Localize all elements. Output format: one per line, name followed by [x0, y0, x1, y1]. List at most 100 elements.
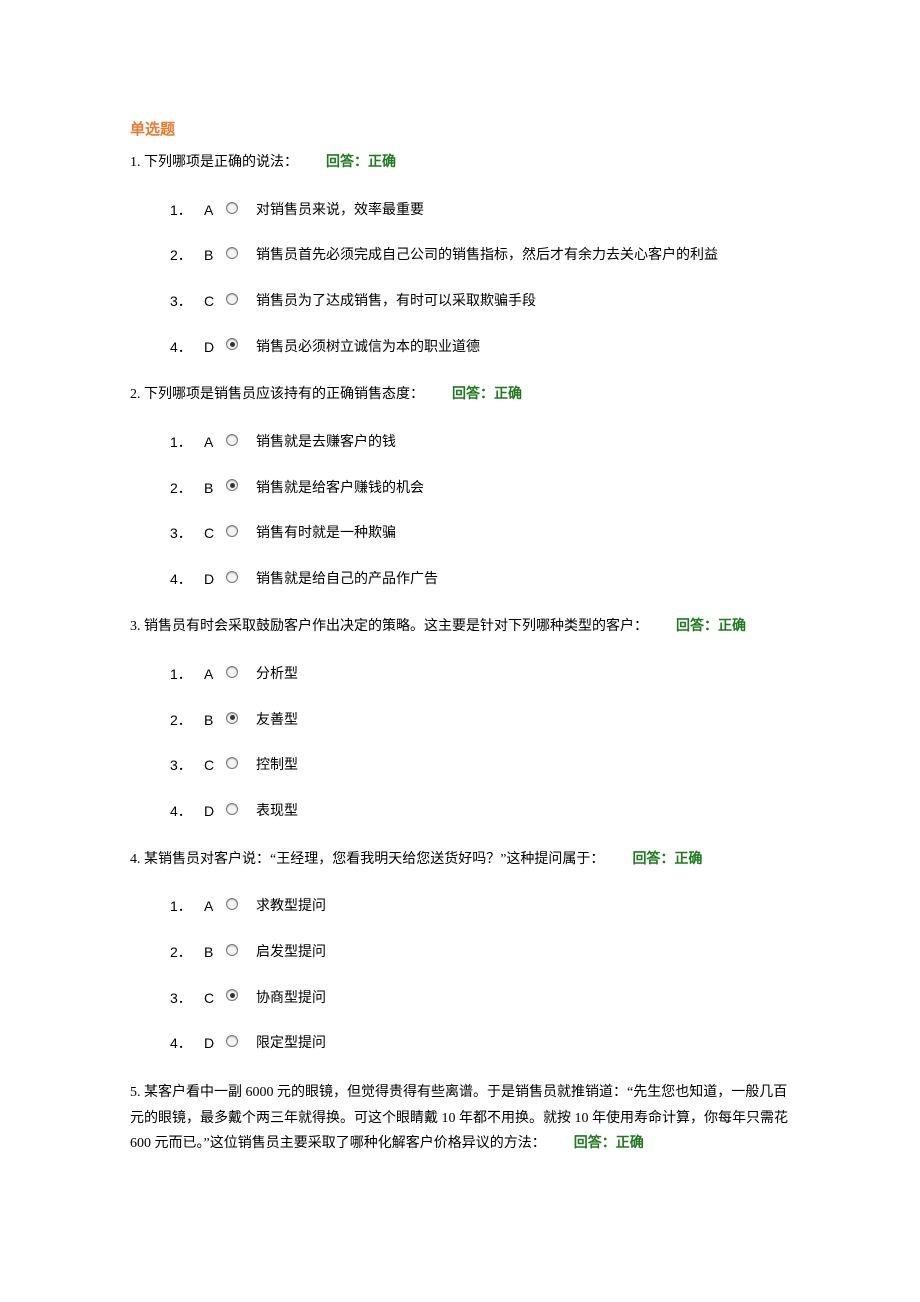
- radio-button[interactable]: [226, 247, 238, 259]
- radio-button[interactable]: [226, 293, 238, 305]
- option-index: 4．: [170, 570, 204, 590]
- option-row: 4．D限定型提问: [170, 1034, 790, 1054]
- answer-status: 回答：正确: [574, 1136, 644, 1151]
- radio-button[interactable]: [226, 434, 238, 446]
- option-row: 2．B 销售员首先必须完成自己公司的销售指标，然后才有余力去关心客户的利益: [170, 246, 790, 266]
- option-row: 2．B 友善型: [170, 711, 790, 731]
- radio-wrap: [226, 1035, 256, 1047]
- radio-wrap: [226, 666, 256, 678]
- question: 4. 某销售员对客户说：“王经理，您看我明天给您送货好吗？”这种提问属于：回答：…: [130, 848, 790, 1054]
- option-index: 1．: [170, 433, 204, 453]
- radio-wrap: [226, 571, 256, 583]
- radio-button[interactable]: [226, 989, 238, 1001]
- radio-wrap: [226, 247, 256, 259]
- option-text: 友善型: [256, 711, 790, 731]
- option-text: 销售员首先必须完成自己公司的销售指标，然后才有余力去关心客户的利益: [256, 246, 790, 266]
- radio-wrap: [226, 898, 256, 910]
- answer-status: 回答：正确: [452, 387, 522, 402]
- option-letter: A: [204, 897, 226, 917]
- question-text-line: 2. 下列哪项是销售员应该持有的正确销售态度：回答：正确: [130, 383, 790, 407]
- radio-wrap: [226, 338, 256, 350]
- option-row: 1．A销售就是去赚客户的钱: [170, 433, 790, 453]
- radio-button[interactable]: [226, 479, 238, 491]
- options-list: 1．A对销售员来说，效率最重要 2．B 销售员首先必须完成自己公司的销售指标，然后才…: [130, 201, 790, 357]
- option-letter: A: [204, 201, 226, 221]
- option-row: 1．A对销售员来说，效率最重要: [170, 201, 790, 221]
- radio-button[interactable]: [226, 712, 238, 724]
- option-index: 2．: [170, 246, 204, 266]
- radio-wrap: [226, 989, 256, 1001]
- radio-button[interactable]: [226, 666, 238, 678]
- question-text-line: 3. 销售员有时会采取鼓励客户作出决定的策略。这主要是针对下列哪种类型的客户：回…: [130, 615, 790, 639]
- section-title: 单选题: [130, 118, 790, 139]
- option-text: 销售有时就是一种欺骗: [256, 524, 790, 544]
- option-index: 3．: [170, 756, 204, 776]
- options-list: 1．A求教型提问2．B启发型提问3．C协商型提问4．D限定型提问: [130, 897, 790, 1053]
- option-letter: B: [204, 246, 226, 266]
- question: 3. 销售员有时会采取鼓励客户作出决定的策略。这主要是针对下列哪种类型的客户：回…: [130, 615, 790, 821]
- option-text: 控制型: [256, 756, 790, 776]
- radio-wrap: [226, 479, 256, 491]
- radio-button[interactable]: [226, 1035, 238, 1047]
- option-text: 销售就是给客户赚钱的机会: [256, 479, 790, 499]
- option-index: 4．: [170, 338, 204, 358]
- radio-wrap: [226, 202, 256, 214]
- answer-status: 回答：正确: [632, 852, 702, 867]
- radio-button[interactable]: [226, 571, 238, 583]
- radio-wrap: [226, 944, 256, 956]
- option-letter: C: [204, 989, 226, 1009]
- option-row: 3．C控制型: [170, 756, 790, 776]
- option-letter: A: [204, 665, 226, 685]
- radio-button[interactable]: [226, 525, 238, 537]
- option-text: 启发型提问: [256, 943, 790, 963]
- radio-button[interactable]: [226, 898, 238, 910]
- option-index: 1．: [170, 897, 204, 917]
- option-index: 1．: [170, 201, 204, 221]
- option-letter: B: [204, 711, 226, 731]
- option-index: 4．: [170, 1034, 204, 1054]
- question-text-line: 4. 某销售员对客户说：“王经理，您看我明天给您送货好吗？”这种提问属于：回答：…: [130, 848, 790, 872]
- radio-button[interactable]: [226, 944, 238, 956]
- radio-button[interactable]: [226, 202, 238, 214]
- option-index: 2．: [170, 711, 204, 731]
- option-row: 3．C销售有时就是一种欺骗: [170, 524, 790, 544]
- option-text: 销售员必须树立诚信为本的职业道德: [256, 338, 790, 358]
- page: 单选题 1. 下列哪项是正确的说法： 回答：正确 1．A对销售员来说，效率最重要 2．…: [0, 0, 920, 1223]
- option-text: 限定型提问: [256, 1034, 790, 1054]
- option-row: 2．B销售就是给客户赚钱的机会: [170, 479, 790, 499]
- radio-wrap: [226, 293, 256, 305]
- option-text: 求教型提问: [256, 897, 790, 917]
- option-letter: A: [204, 433, 226, 453]
- option-row: 3．C销售员为了达成销售，有时可以采取欺骗手段: [170, 292, 790, 312]
- option-letter: D: [204, 570, 226, 590]
- radio-wrap: [226, 434, 256, 446]
- option-letter: B: [204, 943, 226, 963]
- option-row: 4．D销售员必须树立诚信为本的职业道德: [170, 338, 790, 358]
- option-letter: C: [204, 292, 226, 312]
- question: 1. 下列哪项是正确的说法： 回答：正确 1．A对销售员来说，效率最重要 2．B 销售员…: [130, 151, 790, 357]
- question-text: 1. 下列哪项是正确的说法：: [130, 155, 298, 170]
- question-text-line: 5. 某客户看中一副 6000 元的眼镜，但觉得贵得有些离谱。于是销售员就推销道…: [130, 1080, 790, 1158]
- option-index: 3．: [170, 989, 204, 1009]
- radio-wrap: [226, 712, 256, 724]
- question-text: 5. 某客户看中一副 6000 元的眼镜，但觉得贵得有些离谱。于是销售员就推销道…: [130, 1085, 788, 1152]
- options-list: 1．A分析型2．B友善型3．C控制型4．D表现型: [130, 665, 790, 821]
- option-text: 协商型提问: [256, 989, 790, 1009]
- option-text: 分析型: [256, 665, 790, 685]
- questions-container: 1. 下列哪项是正确的说法：回答：正确1．A对销售员来说，效率最重要2．B销售员…: [130, 151, 790, 1157]
- answer-status: 回答：正确: [326, 155, 396, 170]
- option-index: 3．: [170, 292, 204, 312]
- option-text: 销售就是给自己的产品作广告: [256, 570, 790, 590]
- option-row: 1．A分析型: [170, 665, 790, 685]
- radio-button[interactable]: [226, 803, 238, 815]
- option-index: 4．: [170, 802, 204, 822]
- question: 2. 下列哪项是销售员应该持有的正确销售态度：回答：正确 1．A销售就是去赚客户的…: [130, 383, 790, 589]
- radio-wrap: [226, 757, 256, 769]
- radio-wrap: [226, 803, 256, 815]
- question: 5. 某客户看中一副 6000 元的眼镜，但觉得贵得有些离谱。于是销售员就推销道…: [130, 1080, 790, 1158]
- option-row: 4．D 销售就是给自己的产品作广告: [170, 570, 790, 590]
- radio-wrap: [226, 525, 256, 537]
- radio-button[interactable]: [226, 338, 238, 350]
- option-index: 3．: [170, 524, 204, 544]
- radio-button[interactable]: [226, 757, 238, 769]
